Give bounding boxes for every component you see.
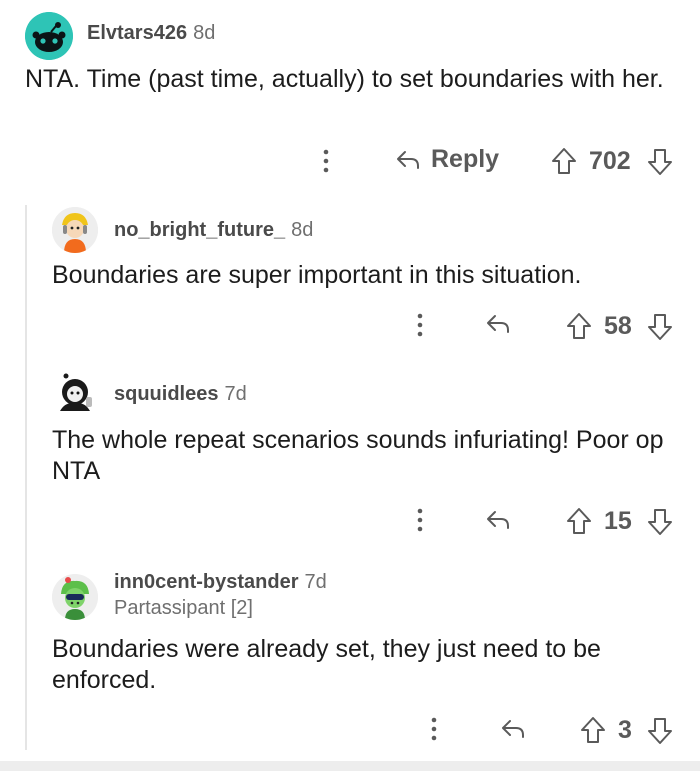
comment-text: The whole repeat scenarios sounds infuri… [52, 426, 664, 485]
reply-label: Reply [431, 145, 500, 173]
reply-arrow-icon[interactable] [485, 311, 511, 337]
comment-header: no_bright_future_ 8d [114, 219, 313, 242]
comment-age: 7d [304, 571, 327, 593]
comment-text: Boundaries were already set, they just n… [52, 635, 601, 694]
character-avatar-icon [52, 371, 98, 417]
username[interactable]: inn0cent-bystander [114, 571, 298, 593]
comment-age: 7d [224, 383, 247, 405]
downvote-arrow-icon[interactable] [647, 313, 673, 341]
comment-text: Boundaries are super important in this s… [52, 261, 582, 289]
upvote-arrow-icon[interactable] [566, 507, 592, 535]
more-vertical-icon[interactable] [320, 148, 332, 174]
reply-arrow-icon[interactable] [485, 507, 511, 533]
username[interactable]: Elvtars426 [87, 22, 187, 44]
comment-age: 8d [193, 22, 216, 44]
downvote-arrow-icon[interactable] [647, 148, 673, 176]
vote-count: 3 [618, 716, 632, 744]
avatar[interactable] [52, 371, 98, 417]
more-vertical-icon[interactable] [428, 716, 440, 742]
vote-count: 15 [604, 507, 632, 535]
username[interactable]: no_bright_future_ [114, 219, 285, 241]
reply-arrow-icon [395, 147, 421, 173]
avatar[interactable] [25, 12, 73, 60]
downvote-arrow-icon[interactable] [647, 508, 673, 536]
reply-button[interactable]: Reply [395, 145, 499, 174]
upvote-arrow-icon[interactable] [551, 147, 577, 175]
character-avatar-icon [52, 574, 98, 620]
vote-count: 702 [589, 147, 631, 175]
bottom-divider [0, 761, 700, 771]
downvote-arrow-icon[interactable] [647, 717, 673, 745]
comment-header: Elvtars426 8d [87, 22, 215, 45]
comment-header: inn0cent-bystander 7d [114, 571, 327, 594]
snoo-avatar-icon [25, 12, 73, 60]
thread-line [25, 205, 27, 750]
comment-header: squuidlees 7d [114, 383, 247, 406]
avatar[interactable] [52, 574, 98, 620]
character-avatar-icon [52, 207, 98, 253]
upvote-arrow-icon[interactable] [580, 716, 606, 744]
comment-age: 8d [291, 219, 314, 241]
upvote-arrow-icon[interactable] [566, 312, 592, 340]
more-vertical-icon[interactable] [414, 312, 426, 338]
user-flair: Partassipant [2] [114, 597, 253, 619]
reply-arrow-icon[interactable] [500, 716, 526, 742]
comment-text: NTA. Time (past time, actually) to set b… [25, 65, 664, 93]
vote-count: 58 [604, 312, 632, 340]
username[interactable]: squuidlees [114, 383, 218, 405]
more-vertical-icon[interactable] [414, 507, 426, 533]
avatar[interactable] [52, 207, 98, 253]
